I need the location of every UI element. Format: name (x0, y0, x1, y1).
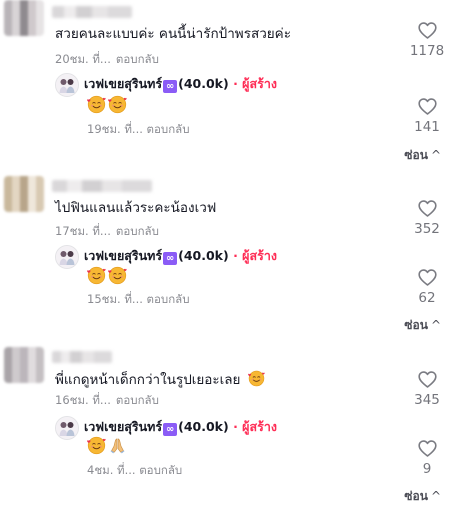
comment-meta: 16ชม. ที่... ตอบกลับ (55, 392, 159, 410)
commenter-avatar[interactable] (4, 347, 44, 383)
avatar-image (56, 246, 78, 268)
reply-author-line: เวฟเขยสุรินทร์ ∞ (40.0k) · ผู้สร้าง (84, 418, 277, 436)
smiling-face-with-hearts-icon (87, 436, 106, 455)
creator-label: · ผู้สร้าง (233, 76, 277, 91)
hide-label: ซ่อน (404, 318, 428, 332)
reply-button[interactable]: ตอบกลับ (139, 463, 182, 477)
hide-label: ซ่อน (404, 148, 428, 162)
creator-label: · ผู้สร้าง (233, 248, 277, 263)
smiling-face-with-hearts-icon (87, 95, 106, 114)
reply-button[interactable]: ตอบกลับ (116, 52, 159, 66)
reply-avatar[interactable] (55, 416, 79, 440)
reply-like-button[interactable]: 62 (405, 267, 449, 306)
like-count: 1178 (409, 43, 445, 59)
chevron-up-icon: ^ (430, 489, 441, 503)
reply-time: 15ชม. ที่... (87, 292, 143, 306)
smiling-face-with-hearts-icon (108, 95, 127, 114)
commenter-avatar[interactable] (4, 0, 44, 36)
heart-icon[interactable] (417, 438, 438, 459)
comment-text: สวยคนละแบบค่ะ คนนี้น่ารักป้าพรสวยค่ะ (55, 26, 291, 42)
reply-button[interactable]: ตอบกลับ (116, 393, 159, 407)
chevron-up-icon: ^ (430, 148, 441, 162)
reply-time: 19ชม. ที่... (87, 122, 143, 136)
hide-replies-button[interactable]: ซ่อน ^ (404, 146, 441, 165)
smiling-face-with-hearts-icon (108, 266, 127, 285)
avatar-image (56, 74, 78, 96)
commenter-avatar[interactable] (4, 176, 44, 212)
heart-icon[interactable] (417, 198, 438, 219)
infinity-badge-icon: ∞ (163, 423, 178, 436)
hide-replies-button[interactable]: ซ่อน ^ (404, 316, 441, 335)
reply-avatar[interactable] (55, 245, 79, 269)
reply-like-button[interactable]: 9 (405, 438, 449, 477)
heart-icon[interactable] (417, 369, 438, 390)
reply-meta: 19ชม. ที่... ตอบกลับ (87, 121, 190, 139)
like-button[interactable]: 1178 (405, 20, 449, 59)
like-count: 352 (414, 221, 440, 237)
reply-author-line: เวฟเขยสุรินทร์ ∞ (40.0k) · ผู้สร้าง (84, 75, 277, 93)
comment-text: พี่แกดูหน้าเด็กกว่าในรูปเยอะเลย (55, 370, 265, 389)
commenter-name[interactable] (52, 6, 132, 18)
avatar-image (56, 417, 78, 439)
reply-author-name[interactable]: เวฟเขยสุรินทร์ (84, 248, 162, 263)
infinity-badge-icon: ∞ (163, 80, 178, 93)
folded-hands-icon (108, 436, 127, 455)
reply-button[interactable]: ตอบกลับ (147, 122, 190, 136)
like-count: 141 (414, 119, 440, 135)
reply-emojis (87, 266, 127, 286)
reply-author-name[interactable]: เวฟเขยสุรินทร์ (84, 76, 162, 91)
heart-icon[interactable] (417, 96, 438, 117)
comment-thread-2: ไปฟินแลนแล้วระคะน้องเวฟ 17ชม. ที่... ตอบก… (0, 172, 455, 342)
reply-button[interactable]: ตอบกลับ (116, 224, 159, 238)
follower-count: (40.0k) (178, 419, 229, 434)
reply-emojis (87, 436, 127, 456)
hide-label: ซ่อน (404, 489, 428, 503)
comment-meta: 20ชม. ที่... ตอบกลับ (55, 51, 159, 69)
reply-author-line: เวฟเขยสุรินทร์ ∞ (40.0k) · ผู้สร้าง (84, 247, 277, 265)
hide-replies-button[interactable]: ซ่อน ^ (404, 487, 441, 506)
like-button[interactable]: 352 (405, 198, 449, 237)
reply-author-name[interactable]: เวฟเขยสุรินทร์ (84, 419, 162, 434)
commenter-name[interactable] (52, 180, 152, 192)
reply-avatar[interactable] (55, 73, 79, 97)
smiling-face-with-hearts-icon (87, 266, 106, 285)
reply-time: 4ชม. ที่... (87, 463, 136, 477)
comment-time: 17ชม. ที่... (55, 224, 111, 238)
smiling-face-with-hearts-icon (248, 370, 265, 387)
comment-thread-1: สวยคนละแบบค่ะ คนนี้น่ารักป้าพรสวยค่ะ 20ช… (0, 0, 455, 170)
like-count: 345 (414, 392, 440, 408)
comment-time: 20ชม. ที่... (55, 52, 111, 66)
like-count: 62 (418, 290, 436, 306)
creator-label: · ผู้สร้าง (233, 419, 277, 434)
heart-icon[interactable] (417, 267, 438, 288)
comment-thread-3: พี่แกดูหน้าเด็กกว่าในรูปเยอะเลย 16ชม. ที… (0, 343, 455, 514)
heart-icon[interactable] (417, 20, 438, 41)
reply-like-button[interactable]: 141 (405, 96, 449, 135)
chevron-up-icon: ^ (430, 318, 441, 332)
infinity-badge-icon: ∞ (163, 252, 178, 265)
reply-button[interactable]: ตอบกลับ (147, 292, 190, 306)
like-count: 9 (422, 461, 432, 477)
comment-meta: 17ชม. ที่... ตอบกลับ (55, 223, 159, 241)
commenter-name[interactable] (52, 351, 112, 363)
follower-count: (40.0k) (178, 248, 229, 263)
comment-time: 16ชม. ที่... (55, 393, 111, 407)
comment-text-body: พี่แกดูหน้าเด็กกว่าในรูปเยอะเลย (55, 372, 241, 388)
reply-meta: 4ชม. ที่... ตอบกลับ (87, 462, 182, 480)
like-button[interactable]: 345 (405, 369, 449, 408)
follower-count: (40.0k) (178, 76, 229, 91)
reply-meta: 15ชม. ที่... ตอบกลับ (87, 291, 190, 309)
reply-emojis (87, 95, 127, 115)
comment-text: ไปฟินแลนแล้วระคะน้องเวฟ (55, 200, 217, 216)
